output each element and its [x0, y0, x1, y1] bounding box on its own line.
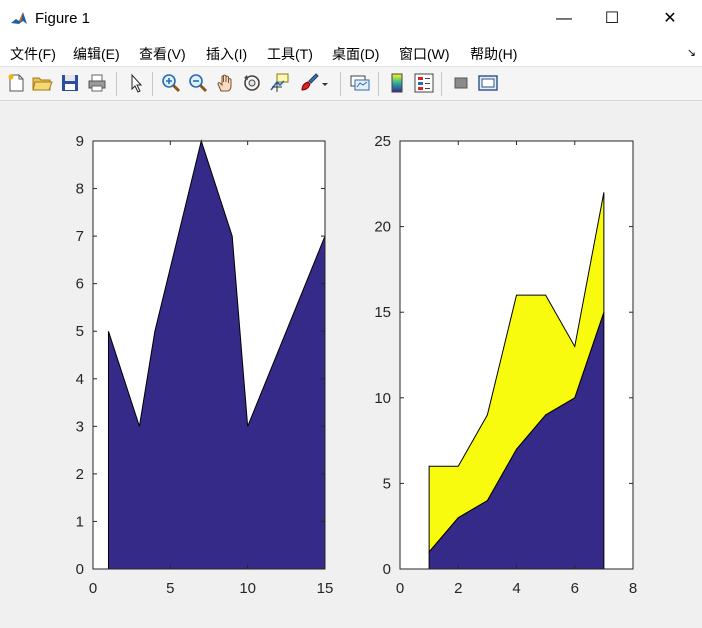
select-arrow-icon[interactable]	[125, 72, 147, 94]
brush-icon[interactable]	[297, 72, 319, 94]
show-plot-tools-icon[interactable]	[477, 72, 499, 94]
new-figure-icon[interactable]	[5, 72, 27, 94]
maximize-button[interactable]: ☐	[589, 0, 635, 38]
menu-bar: 文件(F) 编辑(E) 查看(V) 插入(I) 工具(T) 桌面(D) 窗口(W…	[0, 38, 702, 67]
brush-dropdown-icon[interactable]	[320, 72, 330, 94]
toolbar	[0, 67, 702, 101]
y-tick-label: 2	[76, 466, 84, 483]
rotate-3d-icon[interactable]	[241, 72, 263, 94]
close-button[interactable]: ✕	[647, 0, 693, 38]
menu-file[interactable]: 文件(F)	[10, 44, 56, 64]
window-title: Figure 1	[35, 10, 91, 27]
y-tick-label: 15	[374, 304, 391, 321]
y-tick-label: 5	[76, 323, 84, 340]
x-tick-label: 4	[512, 580, 520, 597]
x-tick-label: 6	[571, 580, 579, 597]
y-tick-label: 7	[76, 228, 84, 245]
zoom-out-icon[interactable]	[187, 72, 209, 94]
x-tick-label: 8	[629, 580, 637, 597]
hide-plot-tools-icon[interactable]	[450, 72, 472, 94]
y-tick-label: 8	[76, 181, 84, 198]
toolbar-separator	[340, 72, 341, 96]
minimize-button[interactable]: —	[541, 0, 587, 38]
y-tick-label: 10	[374, 390, 391, 407]
y-tick-label: 5	[383, 475, 391, 492]
y-tick-label: 3	[76, 418, 84, 435]
menu-view[interactable]: 查看(V)	[139, 44, 186, 64]
link-plot-icon[interactable]	[349, 72, 371, 94]
toolbar-separator	[116, 72, 117, 96]
y-tick-label: 0	[76, 561, 84, 578]
y-tick-label: 20	[374, 219, 391, 236]
legend-icon[interactable]	[413, 72, 435, 94]
x-tick-label: 5	[166, 580, 174, 597]
print-icon[interactable]	[86, 72, 108, 94]
open-file-icon[interactable]	[31, 72, 53, 94]
colorbar-icon[interactable]	[386, 72, 408, 94]
dock-arrow-icon[interactable]: ↘	[687, 46, 696, 59]
zoom-in-icon[interactable]	[160, 72, 182, 94]
toolbar-separator	[441, 72, 442, 96]
menu-insert[interactable]: 插入(I)	[206, 44, 247, 64]
data-cursor-icon[interactable]	[268, 72, 290, 94]
x-tick-label: 2	[454, 580, 462, 597]
matlab-logo-icon	[10, 10, 28, 28]
menu-help[interactable]: 帮助(H)	[470, 44, 517, 64]
title-bar: Figure 1 — ☐ ✕	[0, 0, 702, 38]
y-tick-label: 0	[383, 561, 391, 578]
x-tick-label: 0	[396, 580, 404, 597]
menu-edit[interactable]: 编辑(E)	[73, 44, 120, 64]
y-tick-label: 1	[76, 513, 84, 530]
menu-tools[interactable]: 工具(T)	[267, 44, 313, 64]
y-tick-label: 6	[76, 276, 84, 293]
y-tick-label: 4	[76, 371, 84, 388]
x-tick-label: 0	[89, 580, 97, 597]
figure-canvas: 0 5 10 15 0 1 2 3 4 5 6 7 8 9 0 2 4 6 8 0 5 10 15 20 25	[0, 101, 702, 628]
pan-hand-icon[interactable]	[214, 72, 236, 94]
x-tick-label: 10	[239, 580, 256, 597]
menu-desktop[interactable]: 桌面(D)	[332, 44, 379, 64]
menu-window[interactable]: 窗口(W)	[399, 44, 450, 64]
y-tick-label: 25	[374, 133, 391, 150]
y-tick-label: 9	[76, 133, 84, 150]
plot-area[interactable]: 0 5 10 15 0 1 2 3 4 5 6 7 8 9 0 2 4 6 8 0 5 10 15 20 25	[0, 101, 702, 628]
toolbar-separator	[378, 72, 379, 96]
x-tick-label: 15	[317, 580, 334, 597]
toolbar-separator	[152, 72, 153, 96]
save-icon[interactable]	[59, 72, 81, 94]
figure-window: Figure 1 — ☐ ✕ 文件(F) 编辑(E) 查看(V) 插入(I) 工…	[0, 0, 702, 628]
